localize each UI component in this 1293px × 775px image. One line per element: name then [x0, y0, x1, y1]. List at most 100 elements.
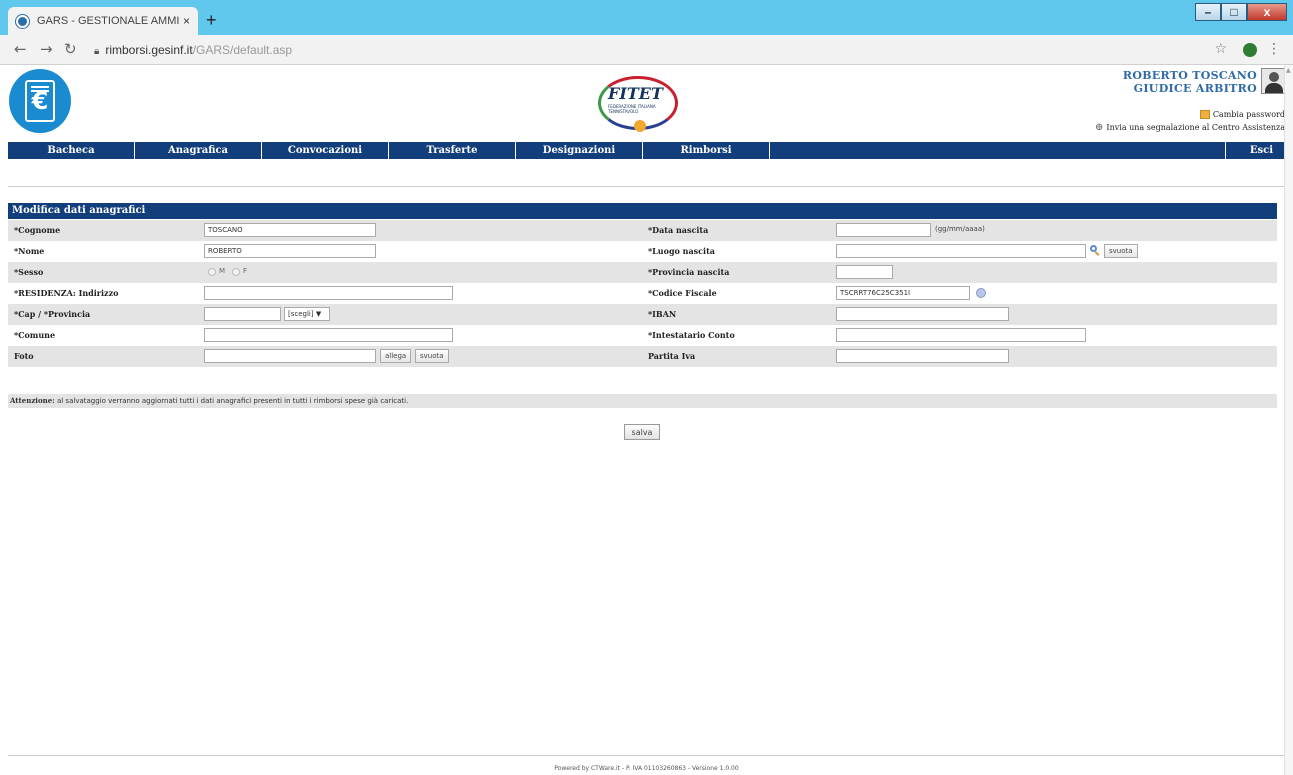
luogo-nascita-label: *Luogo nascita: [648, 246, 715, 256]
cap-provincia-label: *Cap / *Provincia: [14, 309, 91, 319]
change-password-link[interactable]: Cambia password: [1199, 110, 1285, 119]
close-window-button[interactable]: x: [1247, 3, 1287, 21]
attention-note: Attenzione: al salvataggio verranno aggi…: [8, 394, 1277, 408]
nome-label: *Nome: [14, 246, 45, 256]
avatar: [1261, 68, 1285, 94]
attention-text: al salvataggio verranno aggiornati tutti…: [54, 397, 409, 405]
new-tab-button[interactable]: +: [206, 10, 217, 31]
date-format-hint: (gg/mm/aaaa): [935, 225, 985, 233]
support-request-link[interactable]: ⊕ Invia una segnalazione al Centro Assist…: [1095, 122, 1285, 133]
provincia-nascita-input[interactable]: [836, 265, 893, 279]
url-field[interactable]: 🔒︎ rimborsi.gesinf.it/GARS/default.asp: [94, 43, 292, 57]
form-row: *Cognome TOSCANO *Data nascita (gg/mm/aa…: [8, 220, 1277, 241]
foto-label: Foto: [14, 351, 34, 361]
sesso-m-radio[interactable]: [208, 268, 216, 276]
lock-icon: 🔒︎: [94, 46, 100, 57]
menu-item-designazioni[interactable]: Designazioni: [516, 142, 643, 159]
form-row: *Cap / *Provincia [scegli] ▼ *IBAN: [8, 304, 1277, 325]
browser-tab[interactable]: GARS - GESTIONALE AMMINISTI ×: [8, 7, 198, 35]
browser-tab-bar: GARS - GESTIONALE AMMINISTI × + – □ x: [0, 0, 1293, 35]
nome-input[interactable]: ROBERTO: [204, 244, 376, 258]
form-row: *Nome ROBERTO *Luogo nascita svuota: [8, 241, 1277, 262]
site-favicon-icon: [16, 14, 29, 28]
info-icon[interactable]: [976, 288, 986, 298]
user-info: ROBERTO TOSCANO GIUDICE ARBITRO: [1123, 69, 1257, 95]
indirizzo-input[interactable]: [204, 286, 453, 300]
sesso-label: *Sesso: [14, 267, 44, 277]
provincia-nascita-label: *Provincia nascita: [648, 267, 730, 277]
browser-menu-icon[interactable]: ⋮: [1267, 41, 1281, 57]
codice-fiscale-label: *Codice Fiscale: [648, 288, 717, 298]
allega-button[interactable]: allega: [380, 349, 412, 363]
app-logo[interactable]: €: [9, 69, 71, 133]
menu-item-trasferte[interactable]: Trasferte: [389, 142, 516, 159]
intestatario-input[interactable]: [836, 328, 1086, 342]
reload-icon[interactable]: ↻: [64, 40, 77, 58]
iban-input[interactable]: [836, 307, 1009, 321]
luogo-svuota-button[interactable]: svuota: [1104, 244, 1138, 258]
plus-circle-icon: ⊕: [1095, 122, 1104, 133]
window-controls: – □ x: [1195, 3, 1287, 21]
search-icon[interactable]: [1090, 245, 1100, 256]
sesso-f-radio[interactable]: [232, 268, 240, 276]
tab-title: GARS - GESTIONALE AMMINISTI: [37, 15, 179, 27]
menu-item-bacheca[interactable]: Bacheca: [8, 142, 135, 159]
menu-item-convocazioni[interactable]: Convocazioni: [262, 142, 389, 159]
luogo-nascita-input[interactable]: [836, 244, 1086, 258]
page-scrollbar[interactable]: ▲: [1284, 65, 1293, 775]
address-bar: ← → ↻ 🔒︎ rimborsi.gesinf.it/GARS/default.…: [0, 35, 1293, 65]
tab-close-icon[interactable]: ×: [183, 14, 190, 28]
form-row: Foto allega svuota Partita Iva: [8, 346, 1277, 367]
fitet-subtitle: FEDERAZIONE ITALIANA TENNISTAVOLO: [608, 104, 656, 114]
fitet-logo: FITET FEDERAZIONE ITALIANA TENNISTAVOLO: [594, 72, 684, 134]
comune-label: *Comune: [14, 330, 56, 340]
url-path: /GARS/default.asp: [192, 43, 293, 57]
cap-input[interactable]: [204, 307, 281, 321]
footer-text: Powered by CTWare.it - P. IVA 0110326086…: [554, 765, 739, 772]
iban-label: *IBAN: [648, 309, 677, 319]
extension-icon[interactable]: [1243, 43, 1257, 57]
menu-item-rimborsi[interactable]: Rimborsi: [643, 142, 770, 159]
form-row: *Comune *Intestatario Conto: [8, 325, 1277, 346]
url-host: rimborsi.gesinf.it: [105, 43, 193, 57]
sesso-f-label: F: [243, 267, 248, 275]
comune-input[interactable]: [204, 328, 453, 342]
main-menu: Bacheca Anagrafica Convocazioni Trasfert…: [8, 142, 1285, 159]
attention-label: Attenzione:: [10, 396, 55, 405]
sesso-m-label: M: [219, 267, 226, 275]
codice-fiscale-input[interactable]: TSCRRT76C25C351I: [836, 286, 970, 300]
minimize-button[interactable]: –: [1195, 3, 1221, 21]
data-nascita-input[interactable]: [836, 223, 931, 237]
key-icon: [1199, 110, 1210, 119]
intestatario-label: *Intestatario Conto: [648, 330, 735, 340]
menu-item-esci[interactable]: Esci: [1225, 142, 1285, 159]
back-arrow-icon[interactable]: ←: [14, 40, 27, 58]
form-row: *RESIDENZA: Indirizzo *Codice Fiscale TS…: [8, 283, 1277, 304]
indirizzo-label: *RESIDENZA: Indirizzo: [14, 288, 119, 298]
data-nascita-label: *Data nascita: [648, 225, 709, 235]
form-row: *Sesso M F *Provincia nascita: [8, 262, 1277, 283]
form-title: Modifica dati anagrafici: [8, 203, 1277, 219]
cognome-label: *Cognome: [14, 225, 61, 235]
bookmark-star-icon[interactable]: ☆: [1214, 41, 1227, 57]
partita-iva-label: Partita Iva: [648, 351, 696, 361]
footer-divider: [8, 755, 1285, 756]
save-button[interactable]: salva: [624, 424, 660, 440]
foto-input[interactable]: [204, 349, 376, 363]
ball-icon: [634, 120, 646, 132]
menu-spacer: [770, 142, 1225, 159]
menu-item-anagrafica[interactable]: Anagrafica: [135, 142, 262, 159]
svuota-button[interactable]: svuota: [415, 349, 449, 363]
partita-iva-input[interactable]: [836, 349, 1009, 363]
cognome-input[interactable]: TOSCANO: [204, 223, 376, 237]
change-password-label: Cambia password: [1212, 110, 1285, 119]
fitet-wordmark: FITET: [608, 84, 663, 103]
forward-arrow-icon[interactable]: →: [40, 40, 53, 58]
provincia-select[interactable]: [scegli] ▼: [284, 307, 330, 321]
maximize-button[interactable]: □: [1221, 3, 1247, 21]
euro-symbol: €: [31, 87, 49, 115]
user-role: GIUDICE ARBITRO: [1133, 82, 1257, 95]
euro-document-icon: €: [25, 80, 55, 122]
support-request-label: Invia una segnalazione al Centro Assiste…: [1106, 123, 1285, 132]
divider: [8, 186, 1285, 187]
